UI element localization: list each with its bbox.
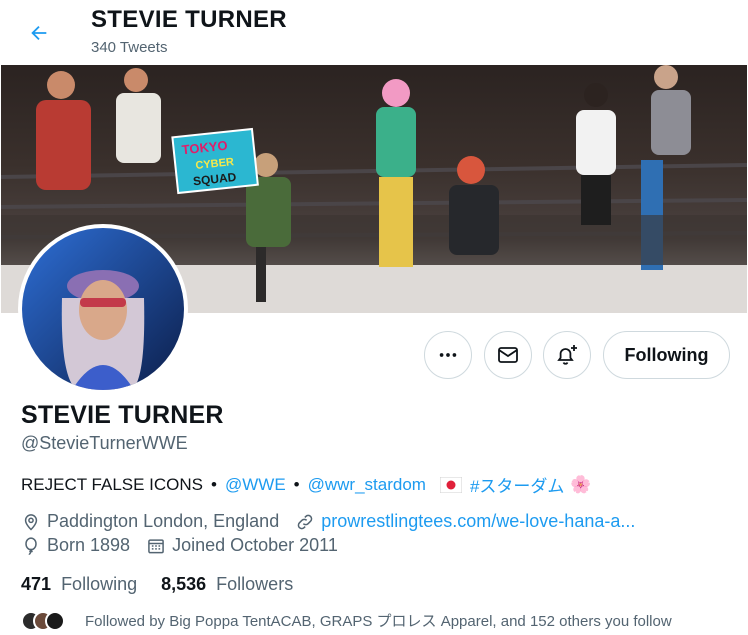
following-count: 471 (21, 574, 52, 594)
hashtag-stardom-link[interactable]: #スターダム (470, 472, 564, 497)
profile-bio: REJECT FALSE ICONS • @WWE • @wwr_stardom… (21, 472, 592, 497)
followers-count: 8,536 (161, 574, 207, 594)
location-pin-icon (24, 513, 38, 531)
profile-joined: Joined October 2011 (172, 535, 338, 555)
bell-plus-icon (557, 345, 577, 365)
profile-location: Paddington London, England (47, 511, 280, 531)
profile-header-bar: STEVIE TURNER 340 Tweets (0, 0, 748, 64)
avatar-frame (18, 224, 188, 394)
back-button[interactable] (24, 18, 54, 48)
profile-name: STEVIE TURNER (21, 401, 224, 429)
followed-by-text: Followed by Big Poppa TentACAB, GRAPS プロ… (85, 613, 672, 630)
followers-count-link[interactable]: 8,536 Followers (161, 574, 293, 595)
following-label: Following (61, 574, 138, 594)
followed-by-row[interactable]: Followed by Big Poppa TentACAB, GRAPS プロ… (21, 610, 672, 631)
following-count-link[interactable]: 471 Following (21, 574, 137, 595)
bio-separator: • (211, 474, 217, 494)
bio-separator: • (293, 474, 300, 494)
profile-stats: 471 Following 8,536 Followers (21, 574, 293, 595)
message-button[interactable] (484, 331, 532, 379)
following-button[interactable]: Following (603, 331, 730, 379)
avatar[interactable] (22, 228, 184, 390)
balloon-icon (25, 536, 37, 555)
cherry-blossom-icon: 🌸 (570, 474, 592, 494)
arrow-left-icon (31, 25, 47, 41)
notify-button[interactable] (543, 331, 591, 379)
more-button[interactable] (424, 331, 472, 379)
profile-born: Born 1898 (47, 535, 131, 555)
envelope-icon (498, 347, 518, 363)
mention-wwe-link[interactable]: @WWE (225, 475, 286, 495)
mention-stardom-link[interactable]: @wwr_stardom (308, 475, 426, 495)
bio-text: REJECT FALSE ICONS (21, 474, 204, 494)
profile-handle: @StevieTurnerWWE (21, 433, 188, 453)
more-dots-icon (439, 353, 457, 357)
profile-website-link[interactable]: prowrestlingtees.com/we-love-hana-a... (321, 511, 635, 532)
japan-flag-icon (439, 476, 463, 493)
profile-meta-row-2: Born 1898 Joined October 2011 (21, 535, 338, 556)
link-icon (297, 514, 313, 529)
profile-meta-row-1: Paddington London, England prowrestlingt… (21, 511, 635, 532)
followers-label: Followers (216, 574, 294, 594)
calendar-icon (148, 538, 164, 553)
header-title: STEVIE TURNER (91, 6, 287, 33)
follower-avatar (45, 610, 65, 631)
tweet-count: 340 Tweets (91, 39, 168, 56)
